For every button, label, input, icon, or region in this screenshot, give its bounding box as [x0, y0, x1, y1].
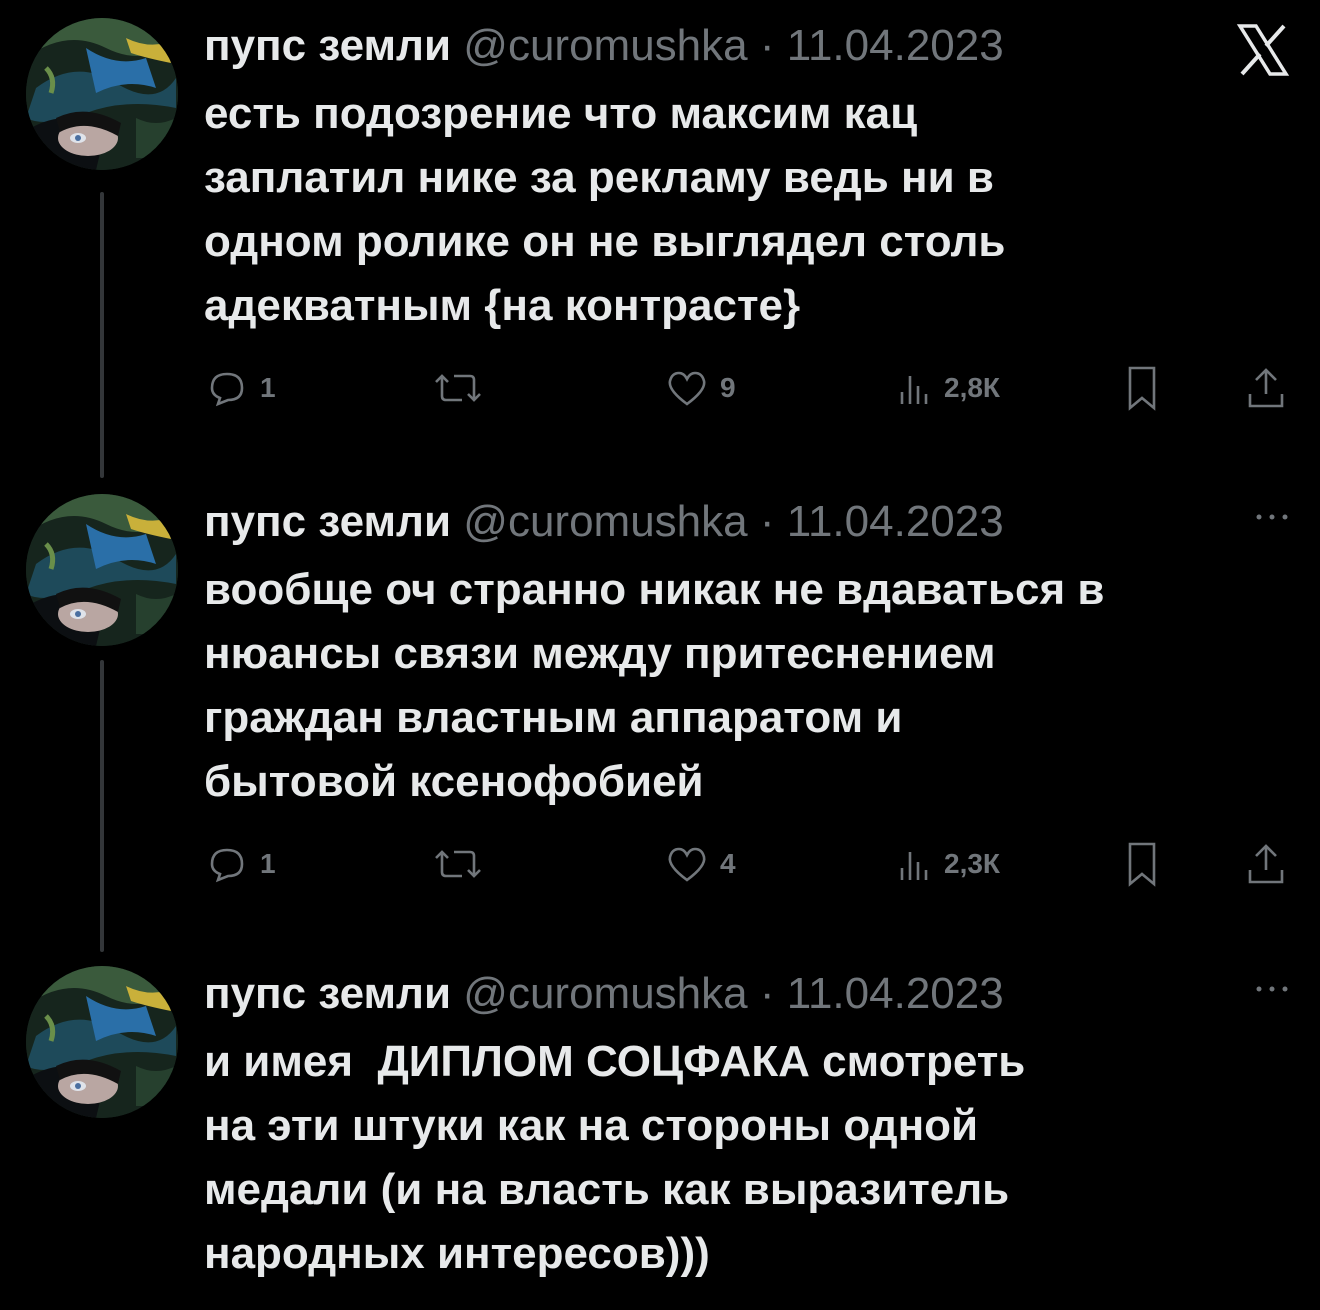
author-handle[interactable]: @curomushka	[463, 969, 747, 1018]
reply-count: 1	[260, 848, 276, 879]
tweet-actions: 1 4 2,3К	[204, 842, 1294, 887]
reply-icon	[210, 848, 244, 883]
thread-line	[100, 192, 104, 478]
avatar-artwork	[26, 18, 178, 170]
tweet-date[interactable]: 11.04.2023	[787, 969, 1004, 1018]
tweet-actions: 1 9 2,8К	[204, 366, 1294, 411]
separator-dot: ·	[759, 21, 775, 70]
retweet-icon	[435, 374, 481, 402]
x-logo-icon	[1236, 24, 1290, 81]
views-button[interactable]: 2,8К	[894, 366, 1000, 410]
author-name[interactable]: пупс земли	[204, 497, 451, 546]
reply-icon	[210, 372, 244, 407]
share-button[interactable]	[1244, 842, 1288, 886]
like-button[interactable]: 9	[664, 366, 736, 410]
views-button[interactable]: 2,3К	[894, 842, 1000, 886]
author-handle[interactable]: @curomushka	[463, 21, 747, 70]
views-count: 2,3К	[944, 848, 1001, 879]
thread-line	[100, 660, 104, 952]
bookmark-button[interactable]	[1122, 842, 1162, 887]
reply-button[interactable]: 1	[204, 366, 276, 410]
avatar[interactable]	[26, 18, 178, 170]
author-name[interactable]: пупс земли	[204, 969, 451, 1018]
tweet-text: есть подозрение что максим кац заплатил …	[204, 89, 1006, 330]
bookmark-icon	[1128, 842, 1156, 887]
avatar[interactable]	[26, 494, 178, 646]
bookmark-button[interactable]	[1122, 366, 1162, 411]
author-handle[interactable]: @curomushka	[463, 497, 747, 546]
tweet-text: и имея ДИПЛОМ СОЦФАКА смотреть на эти шт…	[204, 1037, 1026, 1278]
tweet-text: вообще оч странно никак не вдаваться в н…	[204, 565, 1105, 806]
like-button[interactable]: 4	[664, 842, 736, 886]
tweet-header: пупс земли @curomushka · 11.04.2023	[204, 496, 1300, 548]
author-name[interactable]: пупс земли	[204, 21, 451, 70]
more-dots-icon[interactable]	[1254, 510, 1290, 528]
share-icon	[1248, 844, 1284, 884]
views-chart-icon	[900, 852, 928, 880]
avatar-artwork	[26, 966, 178, 1118]
avatar-artwork	[26, 494, 178, 646]
tweet-date[interactable]: 11.04.2023	[787, 497, 1004, 546]
views-chart-icon	[900, 376, 928, 404]
heart-icon	[668, 371, 706, 406]
bookmark-icon	[1128, 366, 1156, 411]
retweet-icon	[435, 850, 481, 878]
like-count: 9	[720, 372, 736, 403]
tweet-header: пупс земли @curomushka · 11.04.2023	[204, 968, 1300, 1020]
more-dots-icon[interactable]	[1254, 982, 1290, 1000]
tweet-header: пупс земли @curomushka · 11.04.2023	[204, 20, 1300, 72]
separator-dot: ·	[759, 969, 775, 1018]
separator-dot: ·	[759, 497, 775, 546]
share-icon	[1248, 368, 1284, 408]
share-button[interactable]	[1244, 366, 1288, 410]
reply-button[interactable]: 1	[204, 842, 276, 886]
avatar[interactable]	[26, 966, 178, 1118]
reply-count: 1	[260, 372, 276, 403]
retweet-button[interactable]	[428, 842, 488, 886]
like-count: 4	[720, 848, 736, 879]
tweet-date[interactable]: 11.04.2023	[787, 21, 1004, 70]
views-count: 2,8К	[944, 372, 1001, 403]
heart-icon	[668, 847, 706, 882]
retweet-button[interactable]	[428, 366, 488, 410]
